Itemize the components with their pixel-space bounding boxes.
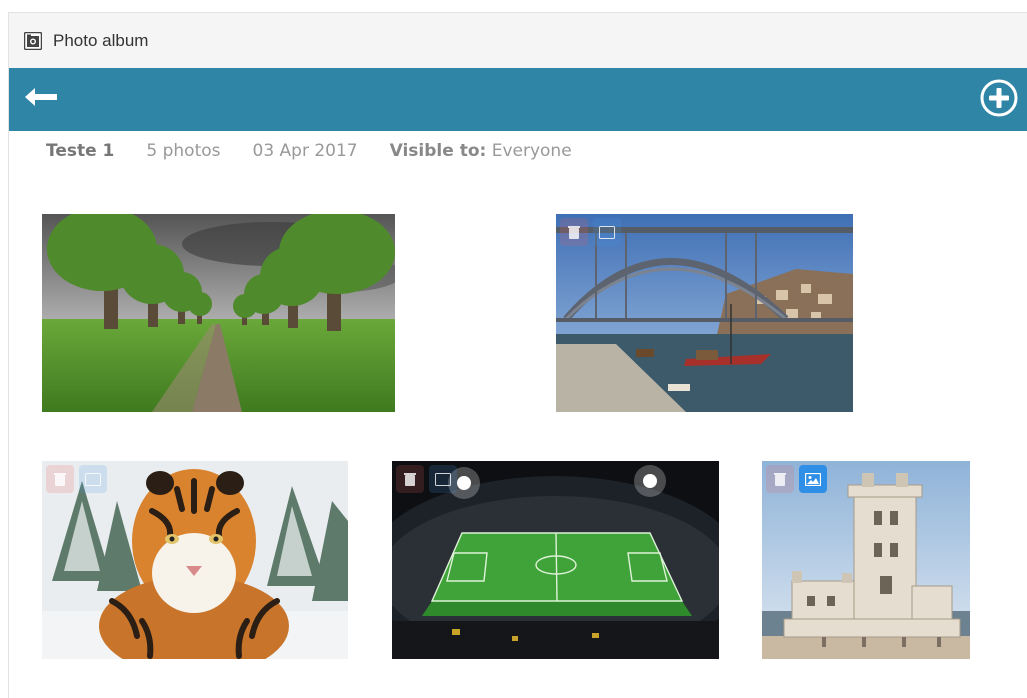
image-icon bbox=[435, 472, 451, 486]
set-cover-button[interactable] bbox=[593, 218, 621, 246]
image-icon bbox=[85, 472, 101, 486]
photo-actions bbox=[766, 465, 827, 493]
delete-photo-button[interactable] bbox=[46, 465, 74, 493]
photo-actions bbox=[396, 465, 457, 493]
window-title: Photo album bbox=[53, 30, 149, 50]
photo-tile[interactable] bbox=[42, 461, 348, 659]
photo-tile[interactable] bbox=[42, 214, 395, 412]
visibility-label: Visible to: bbox=[389, 141, 487, 161]
photo-tile[interactable] bbox=[556, 214, 853, 412]
set-cover-button[interactable] bbox=[799, 465, 827, 493]
camera-icon bbox=[23, 31, 43, 50]
plus-circle-icon bbox=[980, 79, 1018, 122]
photo-tile[interactable] bbox=[392, 461, 719, 659]
toolbar bbox=[9, 68, 1027, 131]
image-icon bbox=[599, 225, 615, 239]
photo-count: 5 photos bbox=[146, 141, 221, 161]
trash-icon bbox=[568, 225, 580, 239]
set-cover-button[interactable] bbox=[79, 465, 107, 493]
album-visibility: Visible to: Everyone bbox=[390, 141, 572, 161]
album-name: Teste 1 bbox=[46, 141, 115, 161]
photo-tile[interactable] bbox=[762, 461, 970, 659]
image-icon bbox=[805, 472, 821, 486]
photo-actions bbox=[560, 218, 621, 246]
visibility-value: Everyone bbox=[491, 141, 572, 161]
title-bar: Photo album bbox=[9, 13, 1027, 68]
trash-icon bbox=[54, 472, 66, 486]
set-cover-button[interactable] bbox=[429, 465, 457, 493]
photo-tree-path bbox=[42, 214, 395, 412]
album-date: 03 Apr 2017 bbox=[252, 141, 358, 161]
delete-photo-button[interactable] bbox=[560, 218, 588, 246]
trash-icon bbox=[774, 472, 786, 486]
back-button[interactable] bbox=[21, 82, 63, 116]
trash-icon bbox=[404, 472, 416, 486]
delete-photo-button[interactable] bbox=[396, 465, 424, 493]
delete-photo-button[interactable] bbox=[766, 465, 794, 493]
album-meta: Teste 1 5 photos 03 Apr 2017 Visible to:… bbox=[46, 139, 604, 163]
arrow-left-icon bbox=[25, 87, 59, 112]
photo-actions bbox=[46, 465, 107, 493]
add-photo-button[interactable] bbox=[978, 79, 1020, 121]
